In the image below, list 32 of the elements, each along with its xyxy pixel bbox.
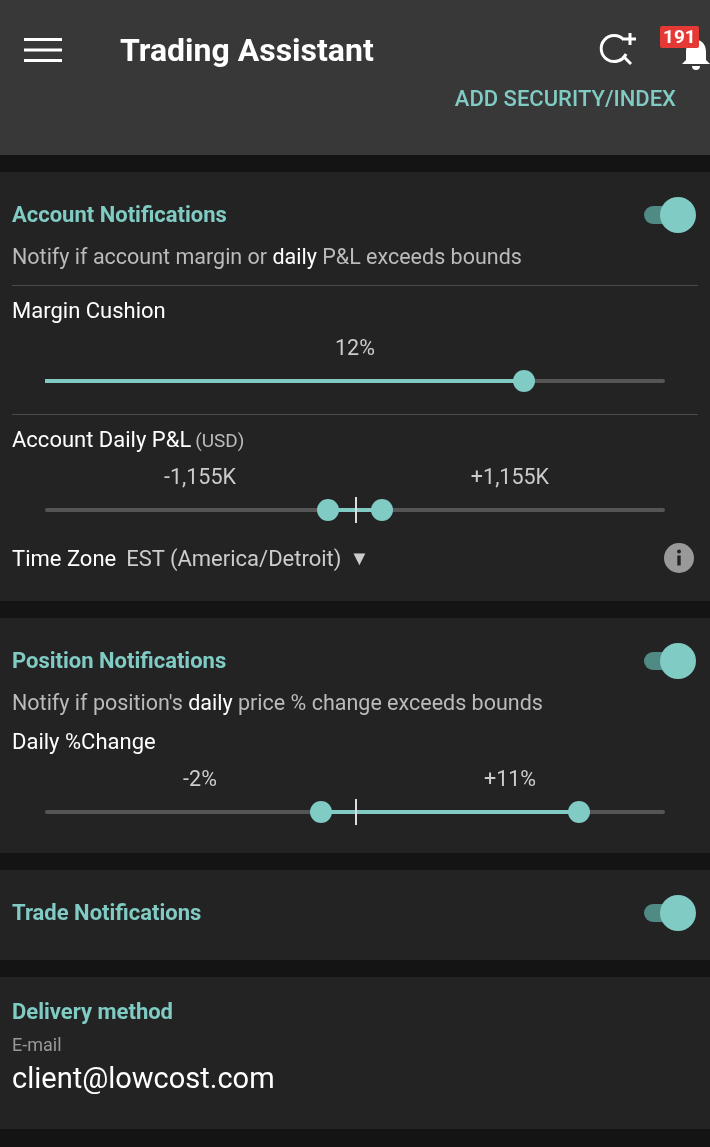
lower-bound-value: -2% — [182, 766, 218, 791]
section-description: Notify if account margin or daily P&L exceeds bounds — [12, 244, 523, 269]
info-icon[interactable] — [664, 543, 694, 573]
range-slider[interactable] — [45, 799, 665, 825]
slider-thumb[interactable] — [371, 499, 394, 521]
section-title: Position Notifications — [12, 647, 227, 673]
section-title: Trade Notifications — [12, 899, 202, 925]
slider-value: 12% — [335, 335, 375, 360]
lower-bound-value: -1,155K — [163, 464, 237, 489]
upper-bound-value: +11% — [482, 766, 538, 791]
slider-thumb[interactable] — [513, 370, 536, 392]
unit-label: (USD) — [195, 429, 245, 452]
app-title: Trading Assistant — [120, 31, 375, 69]
section-title: Account Notifications — [12, 201, 227, 227]
slider-thumb[interactable] — [316, 499, 339, 521]
time-zone-dropdown[interactable]: EST (America/Detroit) ▼ — [126, 545, 370, 571]
slider-label: Margin Cushion — [12, 298, 167, 323]
section-description: Notify if position's daily price % change exceeds bounds — [12, 690, 544, 715]
slider-label: Daily %Change — [12, 729, 157, 754]
slider-label: Account Daily P&L — [12, 427, 192, 452]
range-slider[interactable] — [45, 497, 665, 523]
email-field[interactable]: client@lowcost.com — [12, 1055, 698, 1101]
field-label: E-mail — [12, 1034, 63, 1055]
menu-icon[interactable] — [24, 37, 62, 63]
slider[interactable] — [45, 368, 665, 394]
slider-thumb[interactable] — [309, 801, 332, 823]
add-security-link[interactable]: ADD SECURITY/INDEX — [454, 86, 676, 111]
time-zone-label: Time Zone — [12, 545, 117, 571]
section-title: Delivery method — [12, 999, 174, 1024]
notification-badge: 191 — [660, 26, 699, 48]
slider-thumb[interactable] — [567, 801, 590, 823]
upper-bound-value: +1,155K — [469, 464, 551, 489]
